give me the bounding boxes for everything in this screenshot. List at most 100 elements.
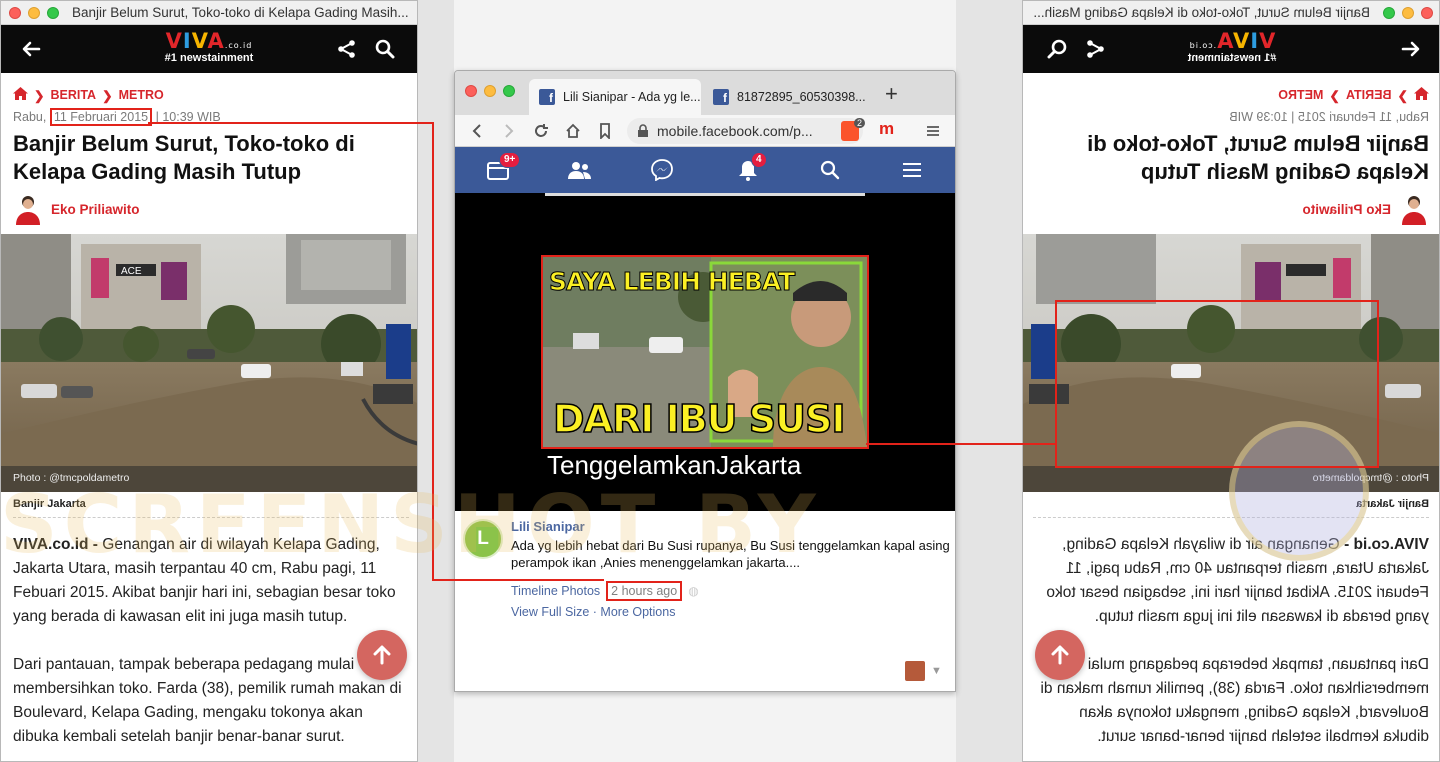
minimize-window-button[interactable] (1402, 6, 1414, 19)
connector-line (432, 122, 434, 581)
facebook-favicon-icon: f (713, 89, 729, 105)
breadcrumb-metro[interactable]: METRO (1278, 88, 1323, 102)
link-separator: · (592, 605, 597, 619)
more-options-link[interactable]: More Options (600, 605, 675, 619)
home-icon[interactable] (13, 87, 28, 103)
maximize-window-button[interactable] (1383, 6, 1395, 19)
share-icon[interactable] (1083, 37, 1107, 61)
dropdown-caret-icon[interactable]: ▼ (931, 665, 942, 677)
user-thumbnail[interactable] (905, 661, 925, 681)
breadcrumb-berita[interactable]: BERITA (1346, 88, 1392, 102)
article-paragraph: VIVA.co.id - Genangan air di wilayah Kel… (13, 533, 411, 629)
back-icon[interactable] (467, 121, 487, 141)
url-field[interactable]: mobile.facebook.com/p... (627, 118, 863, 144)
search-icon[interactable] (373, 37, 397, 61)
hamburger-menu-icon[interactable] (899, 158, 925, 182)
notifications-bell-icon[interactable]: 4 (735, 152, 767, 182)
chevron-right-icon: ❯ (102, 88, 113, 103)
highlight-box-right-photo (1055, 300, 1379, 468)
home-icon[interactable] (563, 121, 583, 141)
author-avatar[interactable] (13, 193, 43, 225)
viva-logo[interactable]: VIVA.co.id #1 newstainment (165, 31, 254, 64)
breadcrumb: ❯ BERITA ❯ METRO (1278, 87, 1429, 103)
brave-badge: 2 (853, 118, 865, 128)
menu-icon[interactable] (923, 121, 943, 141)
facebook-browser-window: f Lili Sianipar - Ada yg le... ✕ f 81872… (454, 70, 956, 692)
friends-icon[interactable] (567, 158, 593, 182)
tab-label: Lili Sianipar - Ada yg le... (563, 90, 701, 104)
facebook-navbar: 9+ 4 (455, 147, 955, 193)
tab-lili-sianipar[interactable]: f Lili Sianipar - Ada yg le... ✕ (529, 79, 701, 115)
new-tab-button[interactable]: + (885, 81, 898, 107)
back-arrow-icon[interactable] (1399, 37, 1423, 61)
post-author-avatar[interactable]: L (463, 519, 503, 559)
reload-icon[interactable] (531, 121, 551, 141)
article-paragraph: Dari pantauan, tampak beberapa pedagang … (13, 656, 402, 745)
search-icon[interactable] (1045, 37, 1069, 61)
minimize-window-button[interactable] (484, 85, 496, 97)
post-links-row: Timeline Photos 2 hours ago ◍ (511, 581, 699, 601)
author-name[interactable]: Eko Priliawito (51, 202, 140, 217)
article-paragraph: Dari pantauan, tampak beberapa pedagang … (1040, 656, 1429, 745)
scroll-top-button[interactable] (1035, 630, 1085, 680)
home-feed-icon[interactable]: 9+ (485, 152, 521, 182)
post-media[interactable]: SAYA LEBIH HEBAT DARI IBU SUSI Tenggelam… (455, 193, 955, 511)
post-timestamp[interactable]: 2 hours ago (606, 581, 683, 601)
viva-tagline: #1 newstainment (164, 52, 254, 64)
date-day: Rabu, (13, 110, 47, 124)
tab-photo[interactable]: f 81872895_60530398... ✕ (703, 79, 875, 115)
scroll-top-button[interactable] (357, 630, 407, 680)
connector-line (866, 443, 1056, 445)
bookmark-icon[interactable] (595, 121, 615, 141)
home-icon[interactable] (1414, 87, 1429, 103)
date-highlight: 11 Februari 2015 (49, 108, 153, 126)
arrow-up-icon (373, 645, 391, 665)
breadcrumb-berita[interactable]: BERITA (50, 88, 96, 102)
highlight-box-meme (541, 255, 869, 449)
close-window-button[interactable] (1421, 6, 1433, 19)
view-full-size-link[interactable]: View Full Size (511, 605, 589, 619)
chevron-right-icon: ❯ (34, 88, 45, 103)
svg-text:ACE: ACE (121, 266, 142, 277)
window-titlebar: Banjir Belum Surut, Toko-toko di Kelapa … (1023, 1, 1439, 25)
publish-date: Rabu, 11 Februari 2015 | 10:39 WIB (1229, 110, 1429, 124)
messenger-icon[interactable] (649, 158, 675, 182)
article-lead: VIVA.co.id - (1344, 536, 1429, 553)
article-headline: Banjir Belum Surut, Toko-toko di Kelapa … (1087, 131, 1429, 184)
share-icon[interactable] (335, 37, 359, 61)
breadcrumb-metro[interactable]: METRO (119, 88, 164, 102)
meme-hashtag: TenggelamkanJakarta (547, 450, 802, 480)
maximize-window-button[interactable] (503, 85, 515, 97)
extension-m-icon[interactable]: m (879, 119, 894, 139)
forward-icon[interactable] (499, 121, 519, 141)
timeline-photos-link[interactable]: Timeline Photos (511, 584, 600, 598)
address-bar-row: mobile.facebook.com/p... 2 m (455, 115, 955, 147)
viva-logo[interactable]: VIVA.co.id #1 newstainment (1187, 29, 1277, 64)
minimize-window-button[interactable] (28, 6, 40, 19)
photo-caption: Photo : @tmcpoldametro (1, 466, 417, 492)
brave-shield-icon[interactable]: 2 (841, 118, 865, 141)
author-name[interactable]: Eko Priliawito (1302, 202, 1391, 217)
home-badge: 9+ (499, 152, 521, 168)
post-details: L Lili Sianipar Ada yg lebih hebat dari … (455, 511, 955, 691)
post-author-name[interactable]: Lili Sianipar (511, 519, 585, 534)
globe-icon: ◍ (688, 584, 699, 598)
breadcrumb: ❯ BERITA ❯ METRO (13, 87, 164, 103)
article-body: VIVA.co.id - Genangan air di wilayah Kel… (1031, 533, 1429, 761)
article-paragraph: VIVA.co.id - Genangan air di wilayah Kel… (1031, 533, 1429, 629)
author-row: Eko Priliawito (13, 193, 140, 225)
viva-tagline: #1 newstainment (1187, 52, 1277, 64)
close-window-button[interactable] (465, 85, 477, 97)
search-icon[interactable] (817, 158, 843, 182)
background-gap (418, 0, 454, 762)
close-tab-icon[interactable]: ✕ (874, 90, 875, 104)
connector-line (432, 579, 604, 581)
article-body: VIVA.co.id - Genangan air di wilayah Kel… (13, 533, 411, 761)
back-arrow-icon[interactable] (19, 37, 43, 61)
chevron-right-icon: ❯ (1397, 88, 1408, 103)
author-avatar[interactable] (1399, 193, 1429, 225)
viva-header: VIVA.co.id #1 newstainment (1, 25, 417, 73)
close-window-button[interactable] (9, 6, 21, 19)
divider (13, 517, 409, 518)
maximize-window-button[interactable] (47, 6, 59, 19)
